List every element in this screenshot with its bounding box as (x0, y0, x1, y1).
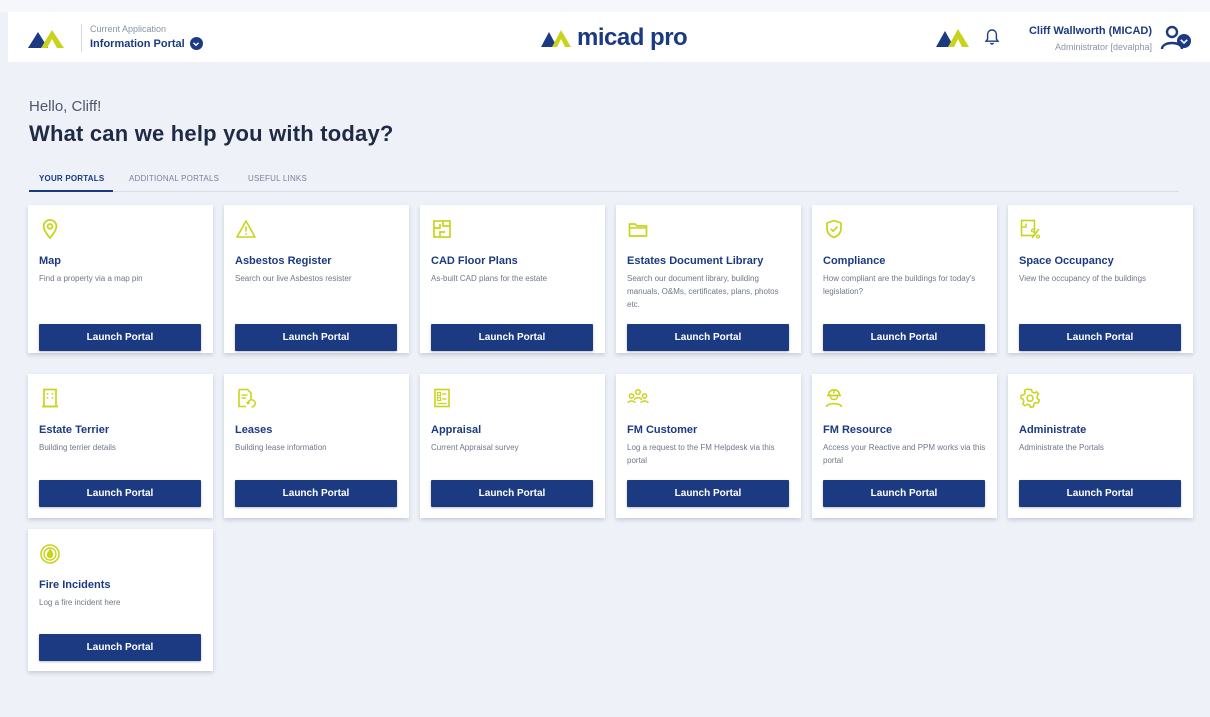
portal-card-appraisal: Appraisal Current Appraisal survey Launc… (420, 374, 605, 518)
launch-portal-button-fire-incidents[interactable]: Launch Portal (39, 634, 201, 661)
brand-logo[interactable]: micad pro (541, 24, 688, 52)
folder-icon (628, 223, 648, 237)
portal-description: As-built CAD plans for the estate (431, 274, 548, 283)
portal-description: Current Appraisal survey (431, 443, 519, 452)
portal-title: CAD Floor Plans (431, 255, 518, 267)
portal-card-estates-document-library: Estates Document Library Search our docu… (616, 205, 801, 353)
launch-portal-button-space-occupancy[interactable]: Launch Portal (1019, 324, 1181, 351)
launch-portal-button-estates-document-library[interactable]: Launch Portal (627, 324, 789, 351)
portal-description: Building lease information (235, 443, 327, 452)
warning-triangle-icon (236, 220, 256, 238)
portal-title: Asbestos Register (235, 255, 332, 267)
portal-description: Administrate the Portals (1019, 443, 1104, 452)
app-caption: Current Application (90, 24, 167, 34)
portal-card-estate-terrier: Estate Terrier Building terrier details … (28, 374, 213, 518)
portal-card-fm-resource: FM Resource Access your Reactive and PPM… (812, 374, 997, 518)
launch-portal-button-asbestos-register[interactable]: Launch Portal (235, 324, 397, 351)
portal-description: View the occupancy of the buildings (1019, 274, 1147, 283)
tab-useful-links[interactable]: USEFUL LINKS (248, 174, 307, 183)
launch-portal-button-compliance[interactable]: Launch Portal (823, 324, 985, 351)
portal-description: How compliant are the buildings for toda… (823, 274, 976, 296)
building-icon (42, 388, 58, 408)
people-group-icon (627, 388, 649, 404)
portal-card-leases: Leases Building lease information Launch… (224, 374, 409, 518)
portal-description: Log a fire incident here (39, 598, 121, 607)
launch-portal-button-appraisal[interactable]: Launch Portal (431, 480, 593, 507)
active-tab-indicator (29, 190, 113, 192)
launch-portal-button-administrate[interactable]: Launch Portal (1019, 480, 1181, 507)
portal-title: Map (39, 255, 61, 267)
portal-title: Appraisal (431, 424, 482, 436)
floor-plan-icon (433, 220, 451, 238)
portal-tabs: YOUR PORTALS ADDITIONAL PORTALS USEFUL L… (29, 168, 1179, 192)
portal-title: Space Occupancy (1019, 255, 1114, 267)
portal-title: Estate Terrier (39, 424, 110, 436)
shield-check-icon (826, 219, 842, 239)
app-header: Current Application Information Portal m… (8, 12, 1210, 62)
portal-card-fm-customer: FM Customer Log a request to the FM Help… (616, 374, 801, 518)
app-name: Information Portal (90, 37, 185, 50)
portal-title: Estates Document Library (627, 255, 764, 267)
top-strip (0, 0, 1210, 12)
portal-description: Log a request to the FM Helpdesk via thi… (627, 443, 775, 465)
tab-additional-portals[interactable]: ADDITIONAL PORTALS (129, 174, 219, 183)
user-avatar-icon[interactable] (1160, 24, 1192, 52)
lease-document-icon (238, 388, 256, 408)
portal-title: FM Customer (627, 424, 698, 436)
portal-card-space-occupancy: Space Occupancy View the occupancy of th… (1008, 205, 1193, 353)
launch-portal-button-leases[interactable]: Launch Portal (235, 480, 397, 507)
portal-description: Search our document library, building ma… (627, 274, 779, 309)
launch-portal-button-fm-customer[interactable]: Launch Portal (627, 480, 789, 507)
portal-card-asbestos-register: Asbestos Register Search our live Asbest… (224, 205, 409, 353)
launch-portal-button-fm-resource[interactable]: Launch Portal (823, 480, 985, 507)
map-pin-icon (42, 219, 58, 240)
portal-description: Find a property via a map pin (39, 274, 143, 283)
portal-title: Leases (235, 424, 273, 436)
tab-your-portals[interactable]: YOUR PORTALS (39, 174, 104, 183)
user-info[interactable]: Cliff Wallworth (MICAD) Administrator [d… (1029, 24, 1152, 53)
notification-bell-icon[interactable] (984, 28, 1000, 46)
portal-title: Administrate (1019, 424, 1087, 436)
portal-card-map: Map Find a property via a map pin Launch… (28, 205, 213, 353)
occupancy-icon (1020, 219, 1041, 239)
portal-card-cad-floor-plans: CAD Floor Plans As-built CAD plans for t… (420, 205, 605, 353)
user-name: Cliff Wallworth (MICAD) (1028, 25, 1152, 37)
hard-hat-worker-icon (825, 388, 843, 408)
brand-name: micad pro (577, 24, 688, 51)
launch-portal-button-cad-floor-plans[interactable]: Launch Portal (431, 324, 593, 351)
portal-card-fire-incidents: Fire Incidents Log a fire incident here … (28, 529, 213, 671)
launch-portal-button-map[interactable]: Launch Portal (39, 324, 201, 351)
portal-title: Fire Incidents (39, 579, 111, 591)
chevron-down-icon[interactable] (189, 37, 203, 50)
gear-icon (1019, 388, 1041, 409)
portal-description: Search our live Asbestos resister (235, 274, 352, 283)
portal-card-compliance: Compliance How compliant are the buildin… (812, 205, 997, 353)
user-role: Administrator [devalpha] (1054, 42, 1152, 52)
micad-logo-icon[interactable] (28, 26, 68, 50)
portal-title: Compliance (823, 255, 886, 267)
portal-description: Building terrier details (39, 443, 116, 452)
portal-title: FM Resource (823, 424, 893, 436)
header-divider (81, 24, 82, 52)
launch-portal-button-estate-terrier[interactable]: Launch Portal (39, 480, 201, 507)
portal-description: Access your Reactive and PPM works via t… (823, 443, 986, 465)
micad-mark-icon (936, 29, 969, 47)
app-selector[interactable]: Information Portal (90, 37, 203, 50)
brand-mark-icon (541, 30, 571, 47)
clipboard-icon (434, 388, 450, 408)
application-switcher[interactable]: Current Application Information Portal (90, 24, 203, 50)
fire-icon (40, 544, 60, 564)
greeting: Hello, Cliff! (29, 98, 102, 115)
page-title: What can we help you with today? (29, 121, 394, 146)
portal-card-administrate: Administrate Administrate the Portals La… (1008, 374, 1193, 518)
